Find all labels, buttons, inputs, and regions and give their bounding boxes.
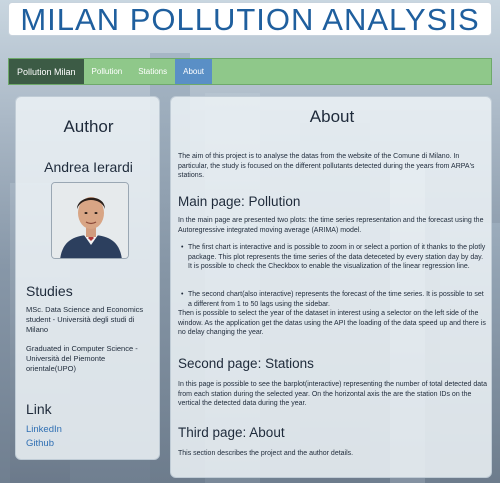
about-intro-text: The aim of this project is to analyse th… <box>178 153 475 179</box>
link-heading: Link <box>26 401 52 417</box>
third-page-heading: Third page: About <box>178 425 285 440</box>
title-banner: MILAN POLLUTION ANALYSIS <box>8 2 492 36</box>
nav-item-pollution[interactable]: Pollution <box>84 59 131 84</box>
main-page-heading: Main page: Pollution <box>178 194 301 209</box>
linkedin-link[interactable]: LinkedIn <box>26 424 62 435</box>
navbar: Pollution Milan Pollution Stations About <box>8 58 492 85</box>
about-heading: About <box>309 107 355 126</box>
second-page-heading: Second page: Stations <box>178 356 314 371</box>
nav-brand-pollution-milan[interactable]: Pollution Milan <box>9 59 84 84</box>
main-page-extra-text: Then is possible to select the year of t… <box>178 310 486 336</box>
third-page-text: This section describes the project and t… <box>178 450 354 457</box>
author-photo <box>51 182 129 259</box>
list-item: The second chart(also interactive) repre… <box>178 290 488 309</box>
nav-item-stations[interactable]: Stations <box>130 59 175 84</box>
page-title: MILAN POLLUTION ANALYSIS <box>20 1 480 37</box>
studies-heading: Studies <box>26 283 73 299</box>
list-item: The first chart is interactive and is po… <box>178 243 488 272</box>
author-card: Author Andrea Ierardi Studies MSc. Data … <box>15 96 160 460</box>
main-page-text: In the main page are presented two plots… <box>178 217 484 234</box>
author-heading: Author <box>63 117 114 136</box>
second-page-text: In this page is possible to see the barp… <box>178 381 487 407</box>
study-item: MSc. Data Science and Economics student … <box>26 305 144 334</box>
about-card: About The aim of this project is to anal… <box>170 96 492 478</box>
author-name: Andrea Ierardi <box>44 159 133 175</box>
study-item: Graduated in Computer Science - Universi… <box>26 344 138 373</box>
author-photo-icon <box>52 183 128 258</box>
github-link[interactable]: Github <box>26 438 54 449</box>
nav-item-about[interactable]: About <box>175 59 213 84</box>
